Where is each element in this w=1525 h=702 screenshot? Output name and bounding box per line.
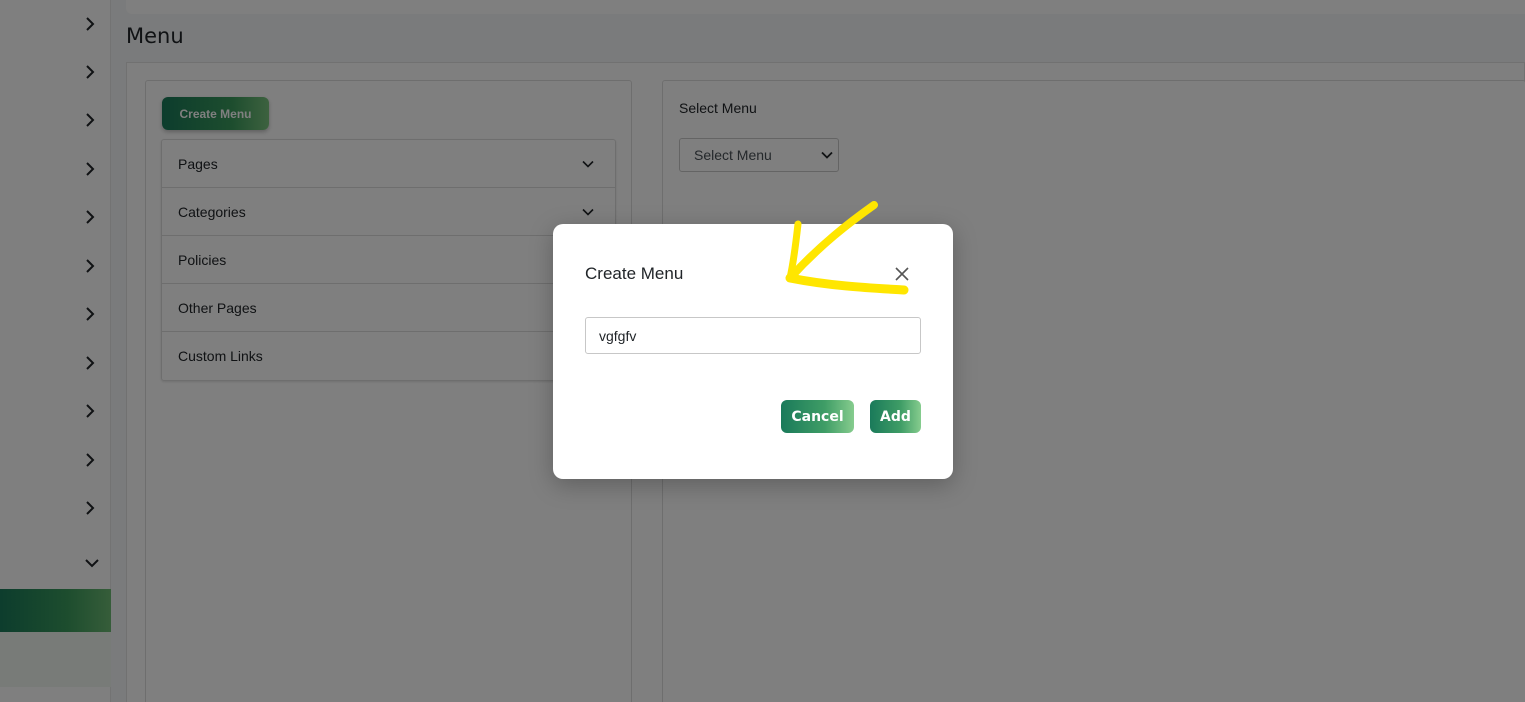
create-menu-modal: Create Menu Cancel Add (553, 224, 953, 479)
modal-title: Create Menu (585, 264, 684, 283)
menu-name-input[interactable] (585, 317, 921, 354)
close-icon[interactable] (892, 264, 912, 284)
cancel-button[interactable]: Cancel (781, 400, 854, 433)
add-button[interactable]: Add (870, 400, 921, 433)
